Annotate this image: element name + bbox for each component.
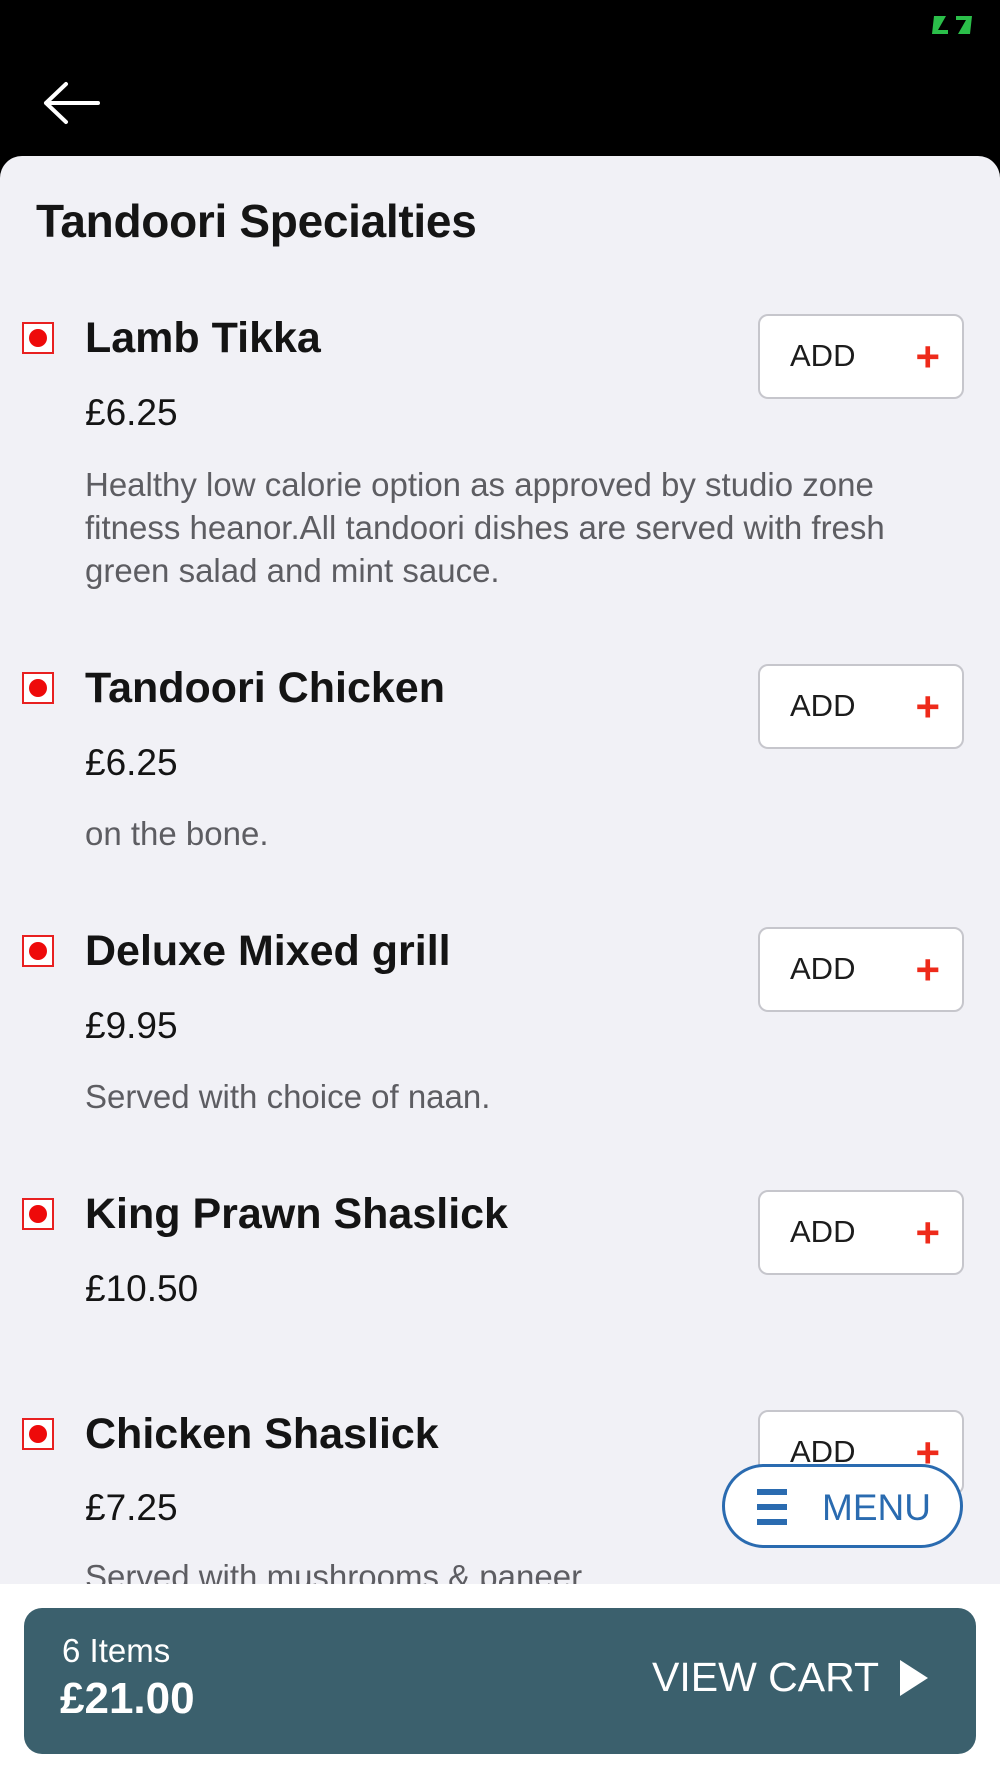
menu-button[interactable]: MENU <box>722 1464 963 1548</box>
add-button-label: ADD <box>790 688 856 723</box>
item-description: on the bone. <box>85 815 269 852</box>
view-cart-label: VIEW CART <box>652 1654 880 1700</box>
add-button[interactable]: ADD + <box>758 314 964 399</box>
item-name: Chicken Shaslick <box>85 1410 439 1458</box>
plus-icon: + <box>915 683 940 730</box>
add-button[interactable]: ADD + <box>758 927 964 1012</box>
food-type-indicator-icon <box>22 1418 54 1450</box>
item-price: £6.25 <box>85 392 178 433</box>
plus-icon: + <box>915 1209 940 1256</box>
item-name: King Prawn Shaslick <box>85 1190 508 1238</box>
cart-total: £21.00 <box>60 1674 195 1723</box>
item-name: Tandoori Chicken <box>85 664 445 712</box>
hamburger-icon <box>757 1487 793 1527</box>
plus-icon: + <box>915 333 940 380</box>
item-price: £10.50 <box>85 1268 199 1309</box>
add-button[interactable]: ADD + <box>758 1190 964 1275</box>
item-description: Served with choice of naan. <box>85 1078 491 1115</box>
item-price: £9.95 <box>85 1005 178 1046</box>
food-type-indicator-icon <box>22 672 54 704</box>
plus-icon: + <box>915 946 940 993</box>
status-bar <box>0 0 1000 50</box>
view-cart-button[interactable]: 6 Items £21.00 VIEW CART <box>24 1608 976 1754</box>
menu-button-label: MENU <box>822 1487 931 1528</box>
item-description: Served with mushrooms & paneer <box>85 1558 583 1584</box>
item-name: Lamb Tikka <box>85 314 321 362</box>
section-title: Tandoori Specialties <box>36 195 477 247</box>
menu-sheet: Tandoori Specialties Lamb Tikka £6.25 He… <box>0 156 1000 1584</box>
add-button[interactable]: ADD + <box>758 664 964 749</box>
cart-item-count: 6 Items <box>62 1632 171 1669</box>
item-price: £6.25 <box>85 742 178 783</box>
food-type-indicator-icon <box>22 322 54 354</box>
item-price: £7.25 <box>85 1487 178 1528</box>
top-bar <box>0 50 1000 156</box>
item-name: Deluxe Mixed grill <box>85 927 451 975</box>
back-arrow-icon[interactable] <box>40 80 102 126</box>
battery-charging-icon <box>932 16 972 34</box>
food-type-indicator-icon <box>22 1198 54 1230</box>
add-button-label: ADD <box>790 338 856 373</box>
bottom-bar: 6 Items £21.00 VIEW CART <box>0 1584 1000 1778</box>
item-description: Healthy low calorie option as approved b… <box>85 466 885 589</box>
food-type-indicator-icon <box>22 935 54 967</box>
add-button-label: ADD <box>790 1214 856 1249</box>
add-button-label: ADD <box>790 951 856 986</box>
play-arrow-icon <box>900 1660 928 1696</box>
